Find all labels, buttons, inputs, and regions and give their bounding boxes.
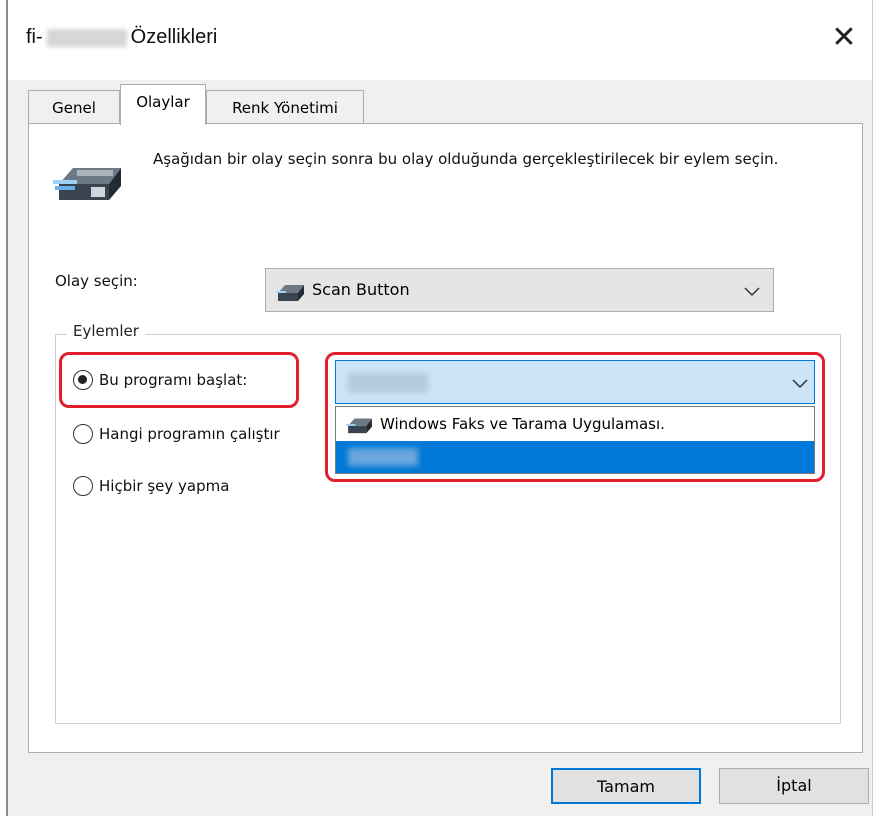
ok-button[interactable]: Tamam <box>551 768 701 804</box>
redacted-model <box>46 28 127 47</box>
highlight-box <box>59 352 299 408</box>
event-select-value: Scan Button <box>312 280 410 299</box>
radio-label: Hiçbir şey yapma <box>99 477 230 495</box>
event-select-combo[interactable]: Scan Button <box>265 268 774 312</box>
tab-genel[interactable]: Genel <box>28 90 120 124</box>
tab-olaylar[interactable]: Olaylar <box>120 84 206 125</box>
chevron-down-icon <box>744 287 760 297</box>
description-text: Aşağıdan bir olay seçin sonra bu olay ol… <box>153 150 779 168</box>
tab-renk-yonetimi[interactable]: Renk Yönetimi <box>206 90 364 124</box>
tab-panel: Aşağıdan bir olay seçin sonra bu olay ol… <box>28 123 863 753</box>
radio-label: Hangi programın çalıştır <box>99 425 280 443</box>
radio-prompt-program[interactable]: Hangi programın çalıştır <box>73 424 280 444</box>
highlight-box <box>325 352 825 482</box>
scanner-small-icon <box>276 285 304 301</box>
properties-dialog: fi- Özellikleri ✕ Genel Olaylar Renk Yöne… <box>6 0 873 816</box>
scanner-icon <box>53 168 121 200</box>
radio-button[interactable] <box>73 424 93 444</box>
window-title: fi- Özellikleri <box>26 26 217 49</box>
title-suffix: Özellikleri <box>130 26 218 48</box>
title-bar: fi- Özellikleri ✕ <box>8 0 872 80</box>
title-prefix: fi- <box>26 26 43 48</box>
actions-title: Eylemler <box>67 322 145 340</box>
cancel-button[interactable]: İptal <box>719 768 869 804</box>
event-select-label: Olay seçin: <box>55 272 138 290</box>
close-icon[interactable]: ✕ <box>824 18 864 58</box>
radio-do-nothing[interactable]: Hiçbir şey yapma <box>73 476 229 496</box>
radio-button[interactable] <box>73 476 93 496</box>
